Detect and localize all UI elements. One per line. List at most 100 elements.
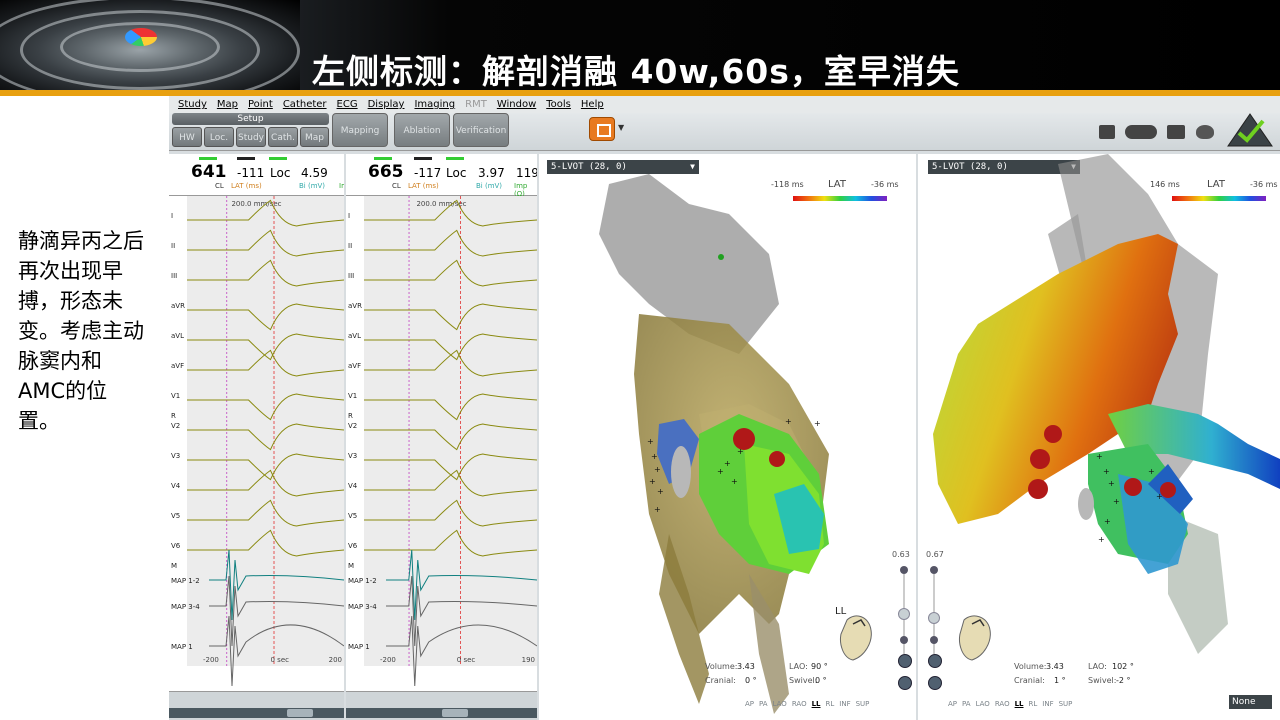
bi-value: 4.59 [301,166,328,180]
display-mode-value: None [1232,697,1256,707]
mapping-button[interactable]: Mapping [332,113,388,147]
svg-text:+: + [1156,492,1163,501]
time-axis-label: 200 [329,656,342,664]
lead-label: aVF [171,362,184,370]
view-lao[interactable]: LAO [976,700,990,708]
view-pa[interactable]: PA [962,700,971,708]
lat-value: -111 [237,166,265,180]
view-lao[interactable]: LAO [773,700,787,708]
slider-knob[interactable] [928,612,940,624]
heart-icon[interactable] [1196,125,1214,139]
zoom-slider-right[interactable]: 0.67 [926,550,944,690]
lead-label: I [348,212,350,220]
map-lead-label: MAP 1 [348,643,370,651]
selection-tool-icon[interactable] [589,117,615,141]
setup-map-button[interactable]: Map [300,127,329,147]
svg-text:+: + [785,417,792,426]
view-ap[interactable]: AP [745,700,754,708]
view-tabs-left: AP PA LAO RAO LL RL INF SUP [745,700,869,708]
lao-value: 102 ° [1112,662,1134,671]
svg-text:+: + [1148,467,1155,476]
time-axis-label: 190 [522,656,535,664]
menu-bar: Study Map Point Catheter ECG Display Ima… [169,96,1280,113]
lead-label: V5 [348,512,357,520]
menu-catheter[interactable]: Catheter [283,96,327,113]
display-mode-select[interactable]: None [1229,695,1272,709]
view-ll[interactable]: LL [812,700,821,708]
cl-label: CL [392,182,401,190]
lead-label: V3 [171,452,180,460]
setup-study-button[interactable]: Study [236,127,266,147]
menu-help[interactable]: Help [581,96,604,113]
view-ap[interactable]: AP [948,700,957,708]
reset-view-button[interactable] [898,676,912,690]
map-panel-right[interactable]: 5-LVOT (28, 0) ▼ 146 ms LAT -36 ms [918,154,1280,720]
camera-icon[interactable] [1167,125,1185,139]
heart-orientation-icon [959,615,991,661]
ablation-button[interactable]: Ablation [394,113,450,147]
lead-label: III [348,272,354,280]
menu-ecg[interactable]: ECG [337,96,358,113]
menu-imaging[interactable]: Imaging [414,96,455,113]
menu-window[interactable]: Window [497,96,536,113]
ecg-scrollbar-right[interactable] [346,691,537,720]
lead-label: V5 [171,512,180,520]
time-axis-label: -200 [203,656,219,664]
rmt-icon[interactable] [1125,125,1157,139]
water-drop-logo-icon [0,0,300,92]
reset-view-button[interactable] [928,676,942,690]
lead-label: V6 [348,542,358,550]
slider-knob[interactable] [898,608,910,620]
view-sup[interactable]: SUP [1059,700,1073,708]
lead-label: V1 [348,392,357,400]
monitor-icon[interactable] [1099,125,1115,139]
view-sup[interactable]: SUP [856,700,870,708]
setup-hw-button[interactable]: HW [172,127,202,147]
ecg-scrollbar-left[interactable] [169,691,344,720]
svg-text:+: + [651,452,658,461]
speed-label: 200.0 mm/sec [416,200,466,208]
menu-display[interactable]: Display [368,96,405,113]
view-rao[interactable]: RAO [995,700,1010,708]
svg-text:+: + [1108,479,1115,488]
svg-text:+: + [1103,467,1110,476]
view-inf[interactable]: INF [839,700,850,708]
map-panel-left[interactable]: 5-LVOT (28, 0) ▼ -118 ms LAT -36 ms + + … [539,154,916,720]
svg-text:+: + [647,437,654,446]
heart-orientation-icon: LL [835,606,872,661]
lead-label: aVL [348,332,361,340]
volume-value: 3.43 [737,662,755,671]
rotate-down-button[interactable] [928,654,942,668]
rotate-down-button[interactable] [898,654,912,668]
view-rl[interactable]: RL [1029,700,1038,708]
svg-text:M: M [171,562,177,570]
lead-label: II [171,242,175,250]
lead-label: V3 [348,452,357,460]
checkmark-icon[interactable] [1227,113,1273,147]
setup-group: Setup HW Loc. Study Cath. Map [172,113,329,149]
view-pa[interactable]: PA [759,700,768,708]
view-inf[interactable]: INF [1042,700,1053,708]
cranial-value: 0 ° [745,676,757,685]
view-ll[interactable]: LL [1015,700,1024,708]
lead-label: II [348,242,352,250]
setup-label[interactable]: Setup [172,113,329,125]
ecg-traces-left: 200.0 mm/secIIIIIIaVRaVLaVFV1V2V3V4V5V6R… [171,196,344,687]
imp-label: Im [339,182,344,190]
setup-cath-button[interactable]: Cath. [268,127,298,147]
scroll-thumb[interactable] [442,709,468,717]
setup-loc-button[interactable]: Loc. [204,127,234,147]
slide-title: 左侧标测：解剖消融 40w,60s，室早消失 [312,52,960,91]
menu-study[interactable]: Study [178,96,207,113]
lat-label: LAT (ms) [231,182,262,190]
scroll-thumb[interactable] [287,709,313,717]
verification-button[interactable]: Verification [453,113,509,147]
chevron-down-icon[interactable]: ▼ [618,123,624,132]
menu-tools[interactable]: Tools [546,96,571,113]
view-rl[interactable]: RL [826,700,835,708]
menu-map[interactable]: Map [217,96,238,113]
view-rao[interactable]: RAO [792,700,807,708]
zoom-slider-left[interactable]: 0.63 [892,550,910,690]
menu-point[interactable]: Point [248,96,273,113]
map-lead-label: MAP 1-2 [171,577,200,585]
